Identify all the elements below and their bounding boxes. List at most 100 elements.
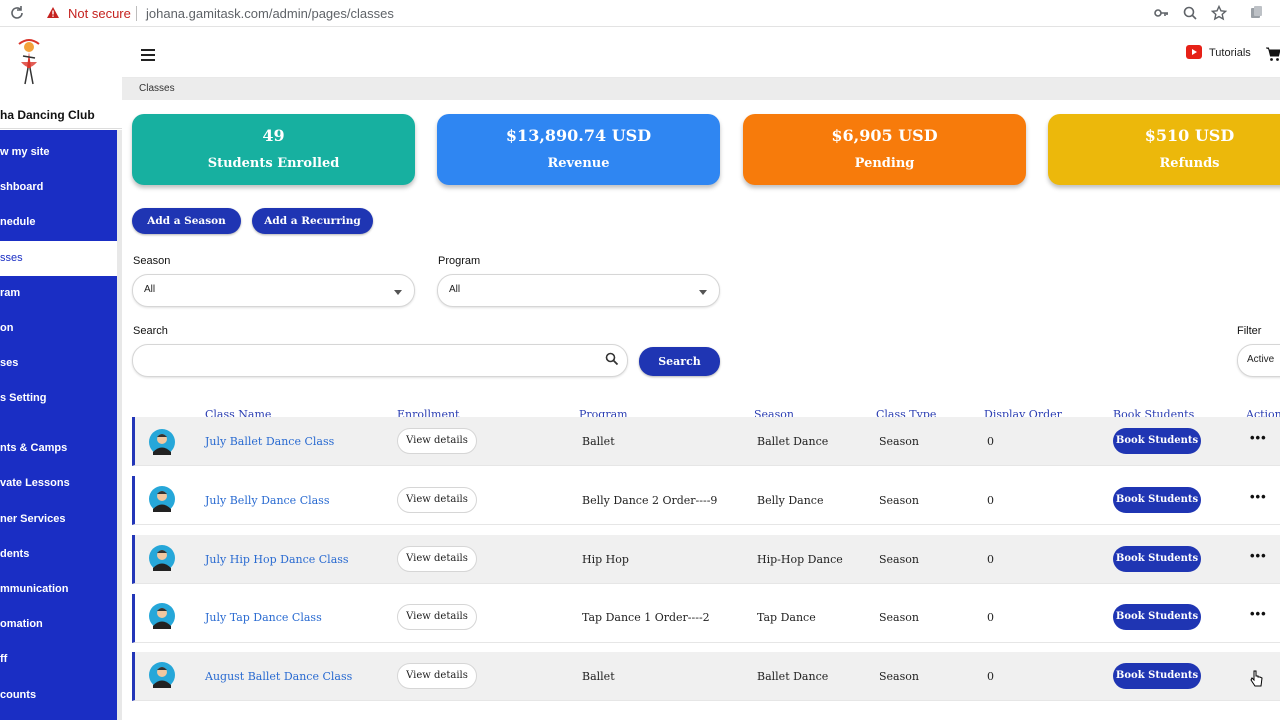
stat-card-pending: $6,905 USD Pending [743, 114, 1026, 185]
youtube-icon[interactable] [1186, 45, 1202, 59]
class-name-link[interactable]: July Ballet Dance Class [205, 435, 334, 448]
more-actions-icon[interactable]: ••• [1250, 548, 1267, 563]
stat-label: Pending [854, 156, 915, 171]
class-type-cell: Season [879, 611, 919, 624]
sidebar-item-program[interactable]: ram [0, 276, 117, 311]
season-select[interactable]: All [132, 274, 415, 307]
season-label: Season [133, 255, 171, 267]
view-details-button[interactable]: View details [397, 487, 477, 513]
avatar [149, 545, 175, 571]
search-input[interactable] [132, 344, 628, 377]
more-actions-icon[interactable]: ••• [1250, 489, 1267, 504]
stat-value: 49 [262, 126, 285, 145]
view-details-button[interactable]: View details [397, 604, 477, 630]
breadcrumb: Classes [139, 83, 175, 94]
book-students-button[interactable]: Book Students [1113, 428, 1201, 454]
sidebar-item-students[interactable]: dents [0, 537, 117, 572]
extension-icon[interactable] [1248, 5, 1264, 21]
filter-select[interactable]: Active [1237, 344, 1280, 377]
sidebar-scrollbar[interactable] [117, 130, 122, 720]
table-row[interactable]: August Ballet Dance Class View details B… [132, 652, 1280, 701]
class-type-cell: Season [879, 553, 919, 566]
security-status[interactable]: Not secure [68, 6, 131, 21]
season-cell: Ballet Dance [757, 435, 829, 448]
sidebar-item-communication[interactable]: mmunication [0, 572, 117, 607]
book-students-button[interactable]: Book Students [1113, 546, 1201, 572]
search-icon[interactable] [605, 352, 619, 366]
display-order-cell: 0 [987, 670, 994, 683]
table-row[interactable]: July Tap Dance Class View details Tap Da… [132, 594, 1280, 643]
avatar [149, 486, 175, 512]
class-type-cell: Season [879, 670, 919, 683]
stat-label: Revenue [547, 156, 610, 171]
top-header [122, 28, 1280, 78]
program-cell: Ballet [582, 435, 615, 448]
tutorials-link[interactable]: Tutorials [1209, 47, 1251, 59]
sidebar-item-other-services[interactable]: ner Services [0, 502, 117, 537]
program-cell: Belly Dance 2 Order----9 [582, 494, 718, 507]
search-button[interactable]: Search [639, 347, 720, 376]
book-students-button[interactable]: Book Students [1113, 487, 1201, 513]
zoom-icon[interactable] [1182, 5, 1198, 21]
stat-value: $6,905 USD [831, 126, 938, 145]
sidebar-item-setting[interactable]: s Setting [0, 381, 117, 416]
sidebar-item-dashboard[interactable]: shboard [0, 170, 117, 205]
url-field[interactable]: johana.gamitask.com/admin/pages/classes [146, 6, 394, 21]
display-order-cell: 0 [987, 494, 994, 507]
class-name-link[interactable]: July Tap Dance Class [205, 611, 322, 624]
sidebar-item-view-site[interactable]: w my site [0, 135, 117, 170]
program-select[interactable]: All [437, 274, 720, 307]
more-actions-icon[interactable]: ••• [1250, 430, 1267, 445]
display-order-cell: 0 [987, 553, 994, 566]
breadcrumb-bar [122, 78, 1280, 100]
table-row[interactable]: July Hip Hop Dance Class View details Hi… [132, 535, 1280, 584]
bookmark-star-icon[interactable] [1211, 5, 1227, 21]
add-season-class-button[interactable]: Add a Season Class [132, 208, 241, 253]
search-label: Search [133, 325, 168, 337]
add-recurring-class-button[interactable]: Add a Recurring Class [252, 208, 373, 253]
program-cell: Hip Hop [582, 553, 629, 566]
book-students-button[interactable]: Book Students [1113, 604, 1201, 630]
season-cell: Hip-Hop Dance [757, 553, 843, 566]
stat-value: $510 USD [1144, 126, 1235, 145]
club-logo[interactable] [5, 38, 55, 90]
display-order-cell: 0 [987, 611, 994, 624]
table-row[interactable]: July Belly Dance Class View details Bell… [132, 476, 1280, 525]
class-name-link[interactable]: July Belly Dance Class [205, 494, 329, 507]
menu-icon[interactable] [141, 49, 155, 61]
class-name-link[interactable]: August Ballet Dance Class [205, 670, 352, 683]
view-details-button[interactable]: View details [397, 546, 477, 572]
warning-icon [47, 7, 59, 18]
sidebar-item-classes-2[interactable]: ses [0, 346, 117, 381]
cart-icon[interactable] [1265, 46, 1280, 62]
class-name-link[interactable]: July Hip Hop Dance Class [205, 553, 349, 566]
avatar [149, 603, 175, 629]
sidebar-item-staff[interactable]: ff [0, 642, 117, 677]
table-row[interactable]: July Ballet Dance Class View details Bal… [132, 417, 1280, 466]
browser-address-bar: Not secure johana.gamitask.com/admin/pag… [0, 0, 1280, 27]
avatar [149, 429, 175, 455]
sidebar-item-classes[interactable]: sses [0, 241, 117, 276]
view-details-button[interactable]: View details [397, 663, 477, 689]
stat-card-students: 49 Students Enrolled [132, 114, 415, 185]
season-cell: Belly Dance [757, 494, 824, 507]
program-cell: Tap Dance 1 Order----2 [582, 611, 710, 624]
key-icon[interactable] [1153, 5, 1169, 21]
display-order-cell: 0 [987, 435, 994, 448]
class-type-cell: Season [879, 435, 919, 448]
sidebar-item-events-camps[interactable]: nts & Camps [0, 431, 117, 466]
club-name[interactable]: ha Dancing Club [0, 104, 122, 129]
more-actions-icon[interactable]: ••• [1250, 606, 1267, 621]
chevron-down-icon [394, 290, 402, 295]
view-details-button[interactable]: View details [397, 428, 477, 454]
sidebar-item-private-lessons[interactable]: vate Lessons [0, 466, 117, 501]
season-cell: Tap Dance [757, 611, 816, 624]
class-type-cell: Season [879, 494, 919, 507]
address-separator [136, 6, 137, 21]
reload-icon[interactable] [9, 5, 25, 21]
sidebar-item-accounts[interactable]: counts [0, 678, 117, 713]
sidebar-item-automation[interactable]: omation [0, 607, 117, 642]
sidebar-item-season[interactable]: on [0, 311, 117, 346]
sidebar-item-schedule[interactable]: nedule [0, 205, 117, 240]
book-students-button[interactable]: Book Students [1113, 663, 1201, 689]
